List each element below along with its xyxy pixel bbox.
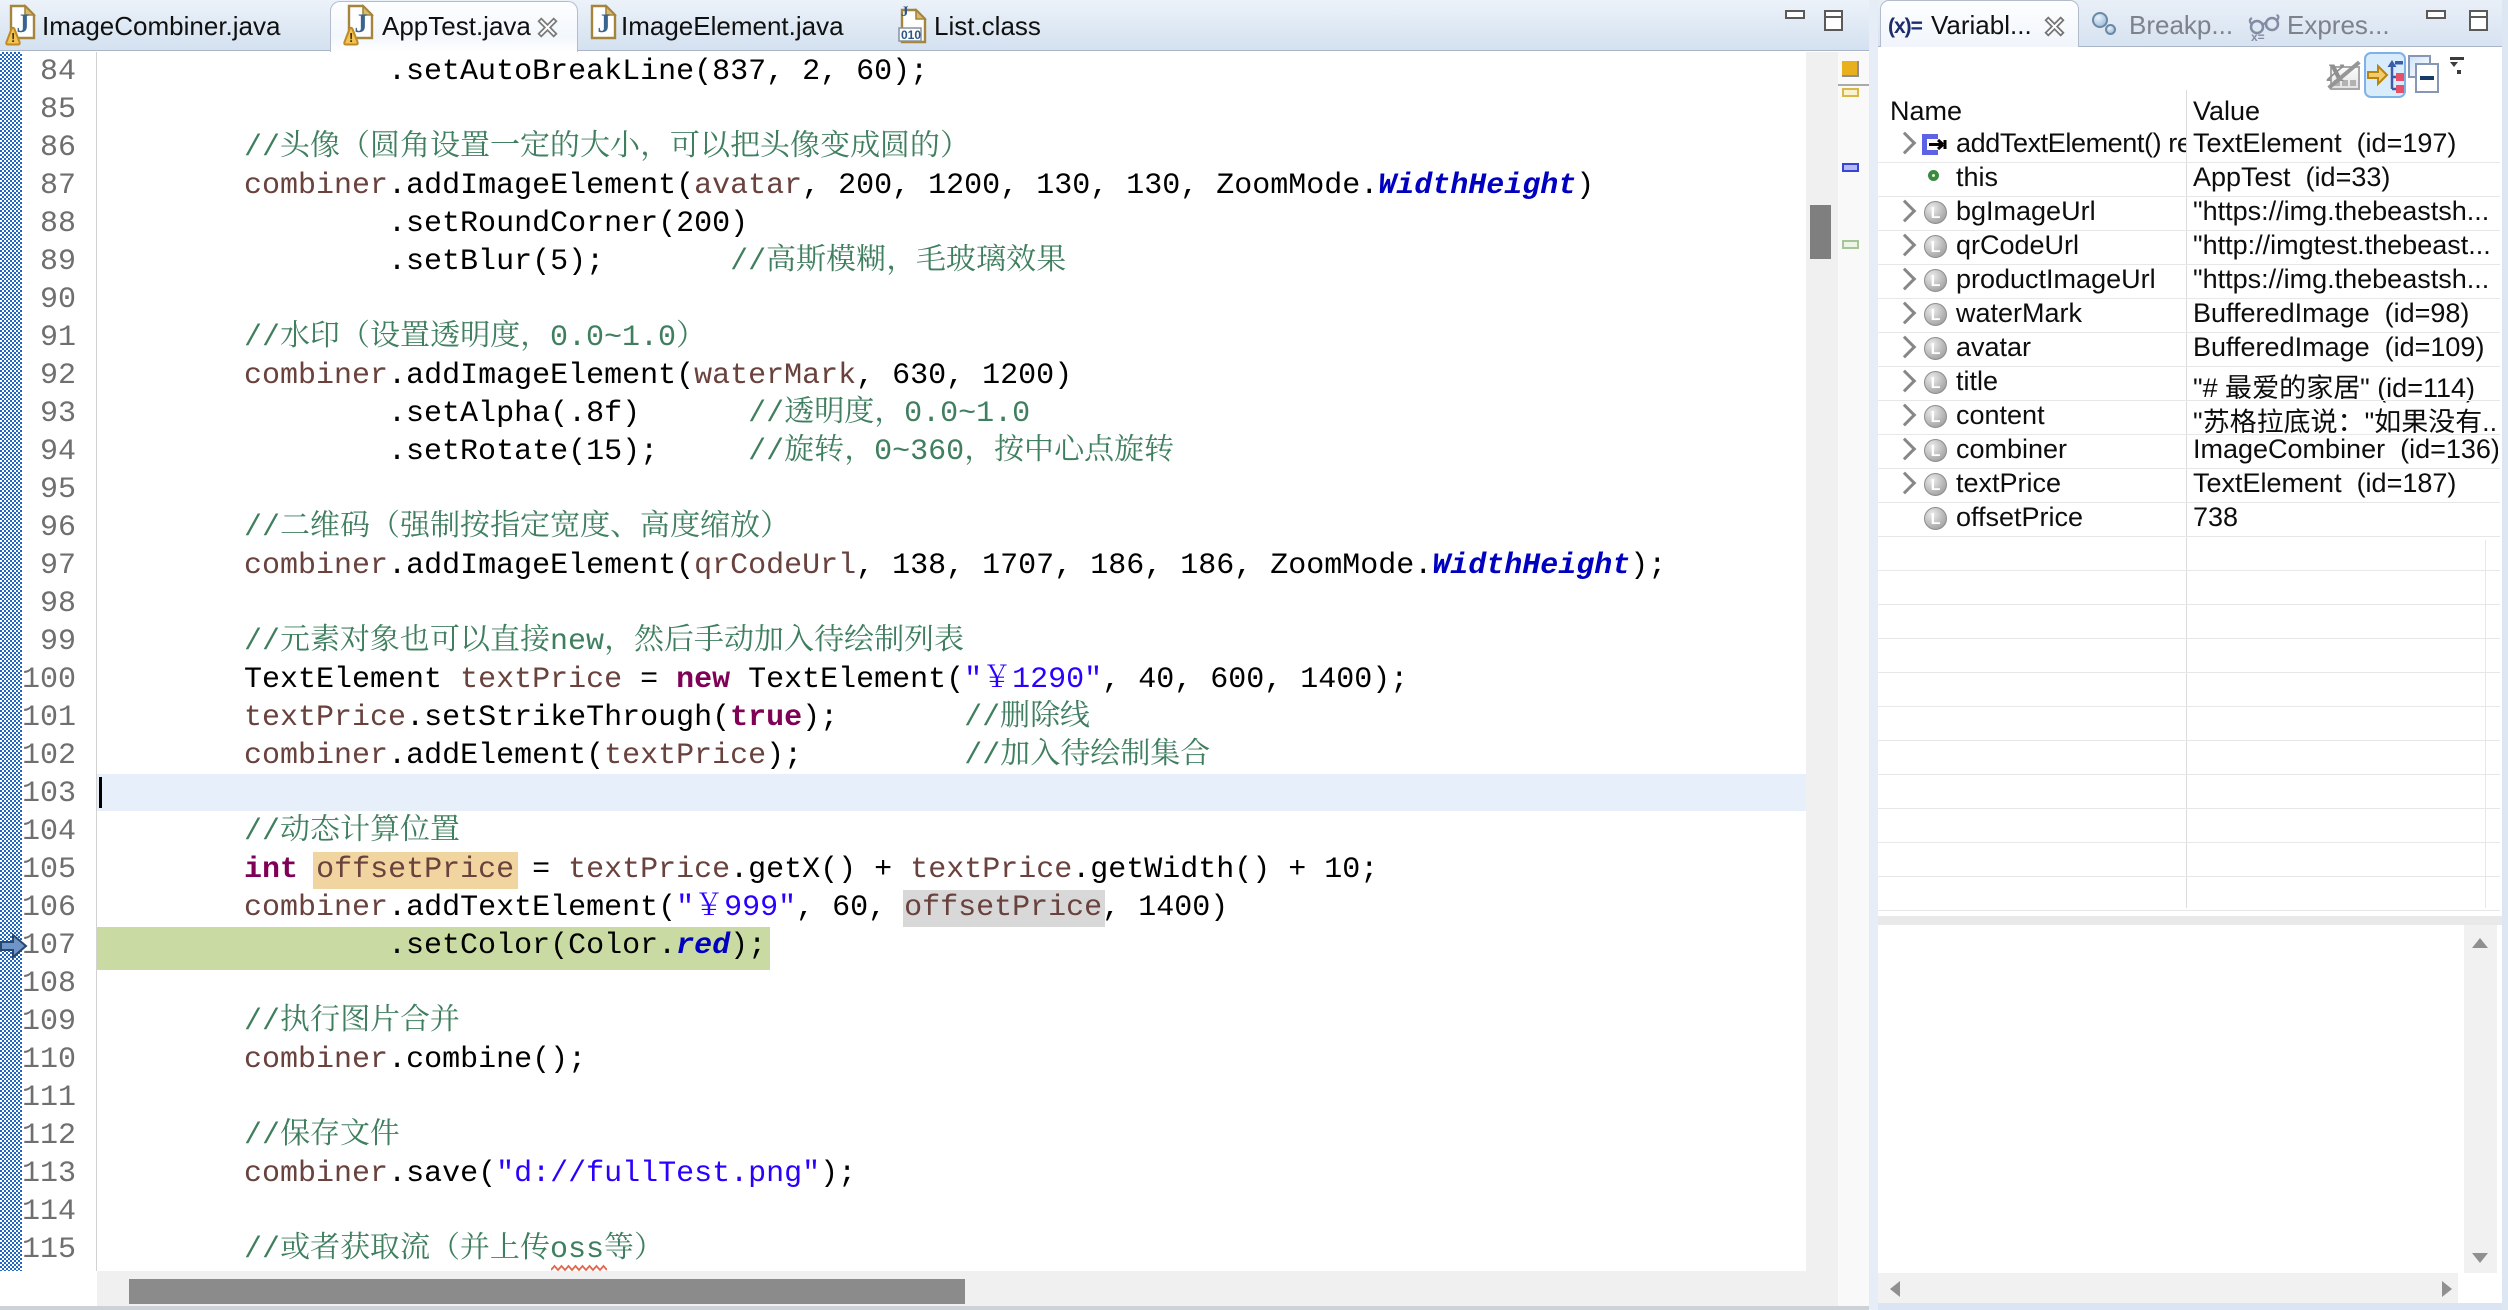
svg-text:x=: x=: [2251, 30, 2265, 43]
svg-text:J: J: [901, 4, 909, 20]
svg-text:010: 010: [901, 28, 921, 42]
svg-text:!: !: [349, 30, 353, 45]
svg-text:!: !: [11, 30, 15, 45]
svg-text:J: J: [17, 9, 30, 38]
svg-text:J: J: [355, 9, 368, 38]
svg-text:J: J: [598, 9, 611, 38]
